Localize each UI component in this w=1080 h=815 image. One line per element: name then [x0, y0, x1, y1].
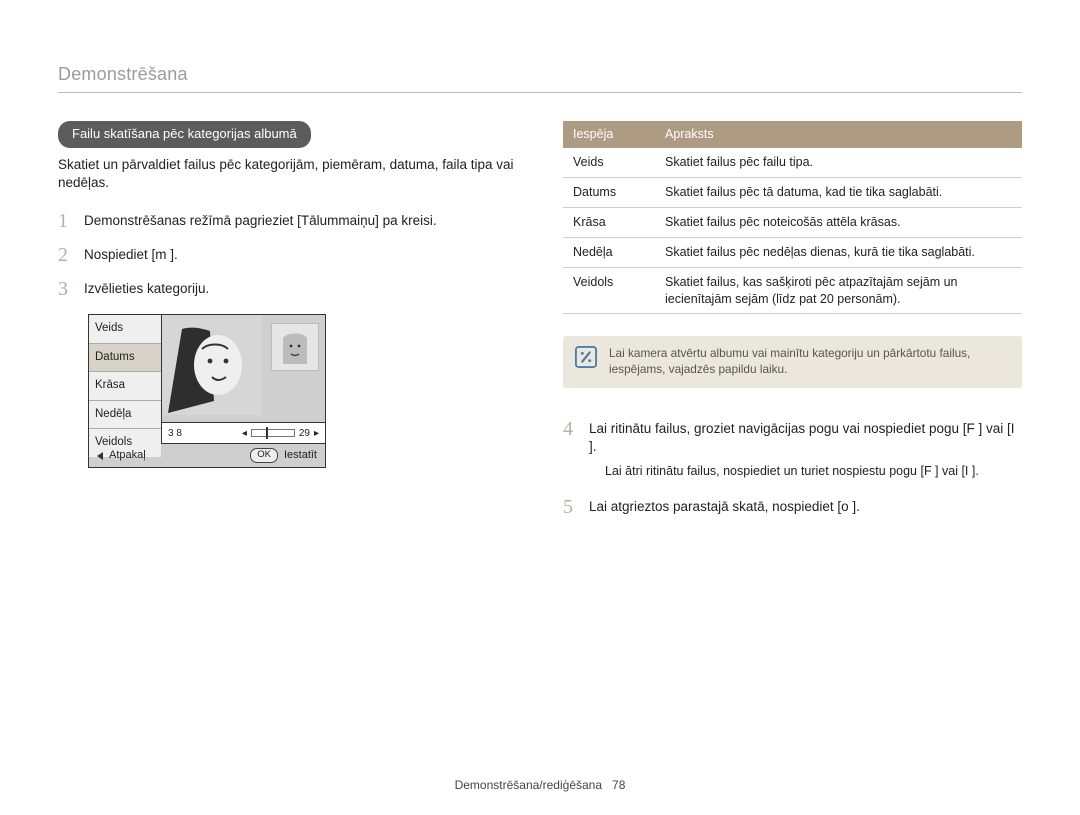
- cell: Skatiet failus pēc nedēļas dienas, kurā …: [655, 237, 1022, 267]
- category-list: Veids Datums Krāsa Nedēļa Veidols: [89, 315, 162, 443]
- intro-text: Skatiet un pārvaldiet failus pēc kategor…: [58, 156, 517, 192]
- step-number: 2: [58, 244, 74, 266]
- page-title: Demonstrēšana: [58, 62, 1022, 86]
- step-number: 5: [563, 496, 579, 518]
- cell: Veidols: [563, 267, 655, 314]
- seek-bar[interactable]: ◂ 29 ▸: [242, 427, 319, 441]
- cell: Skatiet failus pēc noteicošās attēla krā…: [655, 207, 1022, 237]
- back-icon: [97, 452, 103, 460]
- th-desc: Apraksts: [655, 121, 1022, 148]
- step-number: 4: [563, 418, 579, 483]
- back-button[interactable]: Atpakaļ: [89, 444, 207, 467]
- step-5: 5 Lai atgrieztos parastajā skatā, nospie…: [563, 496, 1022, 518]
- step-4: 4 Lai ritinātu failus, groziet navigācij…: [563, 418, 1022, 483]
- step-1: 1 Demonstrēšanas režīmā pagrieziet [Tālu…: [58, 210, 517, 232]
- list-item-veids[interactable]: Veids: [89, 315, 161, 344]
- list-item-nedela[interactable]: Nedēļa: [89, 401, 161, 430]
- photo-status-bar: 3 8 ◂ 29 ▸: [162, 422, 325, 443]
- step4-bullets: Lai ātri ritinātu failus, nospiediet un …: [589, 463, 1022, 480]
- cell: Datums: [563, 178, 655, 208]
- section-heading: Failu skatīšana pēc kategorijas albumā: [58, 121, 311, 148]
- content-columns: Failu skatīšana pēc kategorijas albumā S…: [58, 121, 1022, 529]
- step-text: Izvēlieties kategoriju.: [84, 278, 209, 300]
- page-footer: Demonstrēšana/rediģēšana 78: [0, 777, 1080, 793]
- step4-text: Lai ritinātu failus, groziet navigācijas…: [589, 421, 1015, 454]
- th-option: Iespēja: [563, 121, 655, 148]
- note-box: Lai kamera atvērtu albumu vai mainītu ka…: [563, 336, 1022, 388]
- cell: Nedēļa: [563, 237, 655, 267]
- back-label: Atpakaļ: [109, 448, 146, 463]
- face-large-icon: [162, 315, 262, 415]
- page-number: 78: [612, 778, 625, 792]
- step-2: 2 Nospiediet [m ].: [58, 244, 517, 266]
- cell: Skatiet failus pēc tā datuma, kad tie ti…: [655, 178, 1022, 208]
- step-text: Lai atgrieztos parastajā skatā, nospiedi…: [589, 496, 860, 518]
- bullet: Lai ātri ritinātu failus, nospiediet un …: [605, 463, 1022, 480]
- step-text: Demonstrēšanas režīmā pagrieziet [Tālumm…: [84, 210, 437, 232]
- step-number: 3: [58, 278, 74, 300]
- ui-footer: Atpakaļ OK Iestatīt: [89, 443, 325, 467]
- cell: Skatiet failus, kas sašķiroti pēc atpazī…: [655, 267, 1022, 314]
- steps-list: 1 Demonstrēšanas režīmā pagrieziet [Tālu…: [58, 210, 517, 300]
- cell: Veids: [563, 148, 655, 177]
- cell: Skatiet failus pēc failu tipa.: [655, 148, 1022, 177]
- list-item-datums[interactable]: Datums: [89, 344, 161, 373]
- step-number: 1: [58, 210, 74, 232]
- table-row: DatumsSkatiet failus pēc tā datuma, kad …: [563, 178, 1022, 208]
- set-label: Iestatīt: [284, 448, 317, 463]
- note-text: Lai kamera atvērtu albumu vai mainītu ka…: [609, 346, 1010, 378]
- cell: Krāsa: [563, 207, 655, 237]
- set-button[interactable]: OK Iestatīt: [207, 444, 325, 467]
- table-row: KrāsaSkatiet failus pēc noteicošās attēl…: [563, 207, 1022, 237]
- options-table: Iespēja Apraksts VeidsSkatiet failus pēc…: [563, 121, 1022, 314]
- step-text: Nospiediet [m ].: [84, 244, 178, 266]
- page: Demonstrēšana Failu skatīšana pēc katego…: [0, 0, 1080, 815]
- right-column: Iespēja Apraksts VeidsSkatiet failus pēc…: [563, 121, 1022, 529]
- steps-list-right: 4 Lai ritinātu failus, groziet navigācij…: [563, 418, 1022, 517]
- table-row: NedēļaSkatiet failus pēc nedēļas dienas,…: [563, 237, 1022, 267]
- info-icon: [575, 346, 597, 378]
- footer-text: Demonstrēšana/rediģēšana: [455, 778, 602, 792]
- ok-pill: OK: [250, 448, 278, 463]
- bar-left-text: 3 8: [168, 427, 182, 441]
- step-3: 3 Izvēlieties kategoriju.: [58, 278, 517, 300]
- face-small-icon: [271, 323, 319, 371]
- bar-right-text: 29: [299, 427, 310, 441]
- step-text: Lai ritinātu failus, groziet navigācijas…: [589, 418, 1022, 483]
- table-row: VeidsSkatiet failus pēc failu tipa.: [563, 148, 1022, 177]
- ui-body: Veids Datums Krāsa Nedēļa Veidols: [89, 315, 325, 443]
- table-row: VeidolsSkatiet failus, kas sašķiroti pēc…: [563, 267, 1022, 314]
- camera-ui-mock: Veids Datums Krāsa Nedēļa Veidols: [88, 314, 326, 468]
- photo-preview: 3 8 ◂ 29 ▸: [162, 315, 325, 443]
- header-rule: [58, 92, 1022, 93]
- list-item-krasa[interactable]: Krāsa: [89, 372, 161, 401]
- left-column: Failu skatīšana pēc kategorijas albumā S…: [58, 121, 517, 529]
